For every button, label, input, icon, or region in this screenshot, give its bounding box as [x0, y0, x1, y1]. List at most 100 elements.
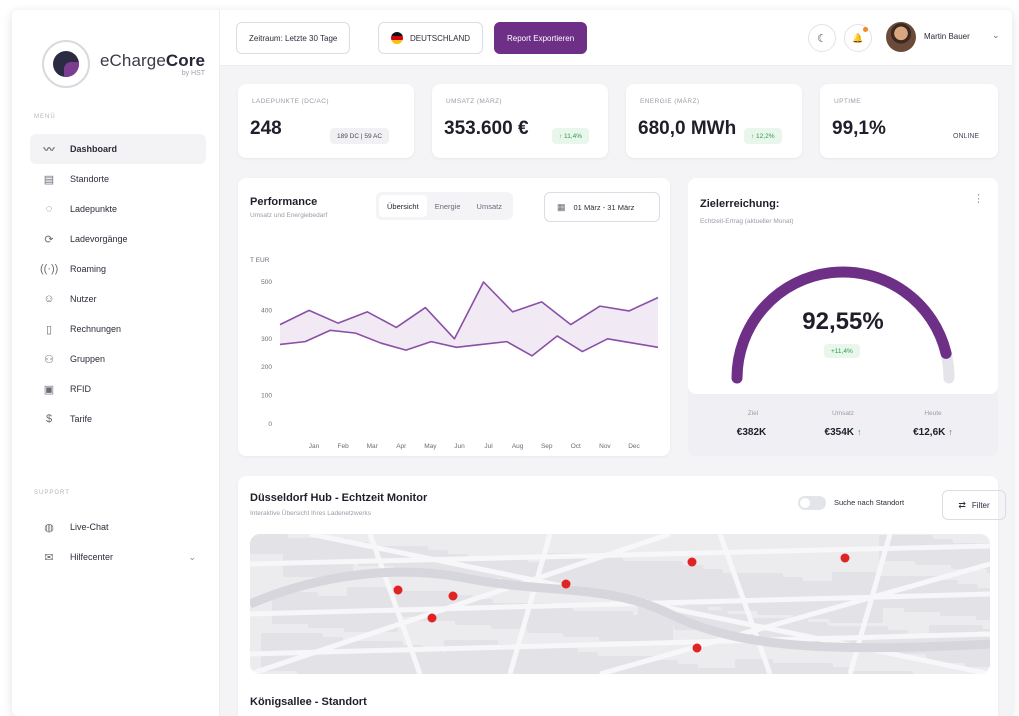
- group-icon: ⚇: [44, 353, 54, 366]
- site-title: Königsallee - Standort: [250, 696, 367, 708]
- period-select-button[interactable]: Zeitraum: Letzte 30 Tage: [236, 22, 351, 54]
- city-map[interactable]: [250, 534, 990, 674]
- bell-icon: 🔔: [852, 32, 864, 43]
- y-tick-label: 100: [261, 393, 272, 400]
- theme-toggle-button[interactable]: ☾: [808, 24, 836, 52]
- map-pin[interactable]: [692, 643, 702, 653]
- location-search-toggle[interactable]: [798, 496, 826, 510]
- sidebar-item-label: Gruppen: [70, 354, 106, 364]
- user-name[interactable]: Martin Bauer: [924, 32, 970, 41]
- x-tick-label: Nov: [599, 443, 611, 450]
- x-tick-label: Jul: [484, 443, 493, 450]
- map-title: Düsseldorf Hub - Echtzeit Monitor: [250, 492, 428, 504]
- map-block: [940, 584, 978, 616]
- logo-mark-icon: [42, 40, 90, 88]
- chevron-down-icon[interactable]: ⌄: [992, 30, 1000, 41]
- user-icon: ☺: [43, 293, 55, 305]
- goal-percent: 92,55%: [802, 308, 884, 335]
- goal-card: Zielerreichung: Echtzeit-Ertrag (aktuell…: [688, 178, 998, 456]
- kpi-card-uptime: UPTIME 99,1% ONLINE: [820, 84, 998, 158]
- map-canvas[interactable]: [250, 534, 990, 674]
- stat-label: Umsatz: [831, 410, 855, 417]
- app-logo[interactable]: eChargeCore by HST: [42, 40, 205, 88]
- sidebar-item-dashboard[interactable]: 〰 Dashboard: [30, 134, 206, 164]
- notification-dot: [863, 27, 868, 32]
- sidebar-item-rechnungen[interactable]: ▯ Rechnungen: [30, 314, 206, 344]
- sidebar-item-label: Roaming: [70, 264, 107, 274]
- sidebar-item-label: Ladepunkte: [70, 204, 118, 214]
- filter-button[interactable]: ⇄ Filter: [942, 490, 1006, 520]
- x-tick-label: Mar: [367, 443, 379, 450]
- notifications-button[interactable]: 🔔: [844, 24, 872, 52]
- chat-icon: ◍: [44, 521, 54, 534]
- stat-value: €354K ↑: [824, 427, 862, 438]
- trend-icon: 〰: [43, 144, 55, 156]
- x-tick-label: Oct: [571, 443, 581, 450]
- map-block: [915, 539, 953, 565]
- sidebar-item-rfid[interactable]: ▣ RFID: [30, 374, 206, 404]
- goal-gauge: [731, 266, 955, 384]
- map-block: [441, 653, 503, 674]
- sidebar-item-nutzer[interactable]: ☺ Nutzer: [30, 284, 206, 314]
- app-byline: by HST: [181, 70, 206, 77]
- moon-icon: ☾: [817, 32, 827, 45]
- main-nav: 〰 Dashboard ▤ Standorte ◌ Ladepunkte ⟳ Ladevorg…: [30, 134, 206, 434]
- map-pin[interactable]: [840, 553, 850, 563]
- sidebar-item-label: Rechnungen: [70, 324, 122, 334]
- map-pin[interactable]: [393, 585, 403, 595]
- map-block: [843, 671, 913, 674]
- kpi-value: 99,1%: [832, 118, 886, 139]
- country-select-button[interactable]: DEUTSCHLAND: [378, 22, 484, 54]
- sidebar-item-ladevorgänge[interactable]: ⟳ Ladevorgänge: [30, 224, 206, 254]
- arrow-up-icon: ↑: [948, 427, 953, 437]
- kpi-value: 248: [250, 118, 282, 139]
- goal-stat-target: Ziel €382K: [708, 410, 798, 438]
- sidebar-item-ladepunkte[interactable]: ◌ Ladepunkte: [30, 194, 206, 224]
- sidebar-item-label: Dashboard: [70, 144, 118, 154]
- sidebar-item-hilfecenter[interactable]: ✉ Hilfecenter ⌄: [30, 542, 206, 572]
- x-tick-label: Apr: [396, 443, 407, 450]
- map-pin[interactable]: [448, 591, 458, 601]
- signal-icon: ((·)): [40, 263, 59, 275]
- avatar[interactable]: [886, 22, 916, 52]
- kpi-card-energy: ENERGIE (MÄRZ) 680,0 MWh ↑ 12,2%: [626, 84, 802, 158]
- sidebar-item-standorte[interactable]: ▤ Standorte: [30, 164, 206, 194]
- sidebar-item-label: Tarife: [70, 414, 93, 424]
- map-block: [987, 547, 990, 573]
- sidebar-item-label: Nutzer: [70, 294, 97, 304]
- goal-stat-today: Heute €12,6K ↑: [888, 410, 978, 438]
- support-nav: ◍ Live-Chat ✉ Hilfecenter ⌄: [30, 512, 206, 572]
- sidebar-item-label: Hilfecenter: [70, 552, 114, 562]
- kpi-label: LADEPUNKTE (DC/AC): [252, 98, 329, 105]
- map-pin[interactable]: [561, 579, 571, 589]
- map-pin[interactable]: [427, 613, 437, 623]
- rfid-icon: ▣: [43, 383, 55, 396]
- map-subtitle: Interaktive Übersicht Ihres Ladenetzwerk…: [250, 510, 372, 517]
- kpi-trend-badge: ↑ 12,2%: [744, 128, 782, 144]
- filter-label: Filter: [971, 500, 990, 510]
- kpi-card-revenue: UMSATZ (MÄRZ) 353.600 € ↑ 11,4%: [432, 84, 608, 158]
- sidebar-item-tarife[interactable]: $ Tarife: [30, 404, 206, 434]
- sidebar-item-live-chat[interactable]: ◍ Live-Chat: [30, 512, 206, 542]
- mail-icon: ✉: [44, 551, 54, 564]
- export-report-button[interactable]: Report Exportieren: [494, 22, 588, 54]
- stat-label: Ziel: [747, 410, 759, 417]
- toggle-label: Suche nach Standort: [834, 498, 905, 507]
- kpi-label: UMSATZ (MÄRZ): [446, 98, 502, 105]
- chevron-down-icon[interactable]: ⌄: [188, 552, 196, 563]
- x-tick-label: Dec: [628, 443, 640, 450]
- topbar: Zeitraum: Letzte 30 Tage DEUTSCHLAND Rep…: [220, 10, 1012, 66]
- kpi-trend-badge: ↑ 11,4%: [552, 128, 590, 144]
- sidebar-item-roaming[interactable]: ((·)) Roaming: [30, 254, 206, 284]
- sidebar-item-gruppen[interactable]: ⚇ Gruppen: [30, 344, 206, 374]
- goal-trend-badge: +11,4%: [824, 344, 860, 358]
- x-tick-label: Jun: [454, 443, 465, 450]
- y-tick-label: 300: [261, 336, 272, 343]
- refresh-icon: ⟳: [44, 233, 54, 246]
- kpi-badge: 189 DC | 59 AC: [330, 128, 390, 144]
- app-window: eChargeCore by HST MENÜ 〰 Dashboard ▤ Stand…: [12, 10, 1012, 716]
- map-pin[interactable]: [687, 557, 697, 567]
- arrow-up-icon: ↑: [856, 427, 862, 437]
- filter-icon: ⇄: [958, 499, 966, 510]
- kpi-value: 353.600 €: [444, 118, 529, 139]
